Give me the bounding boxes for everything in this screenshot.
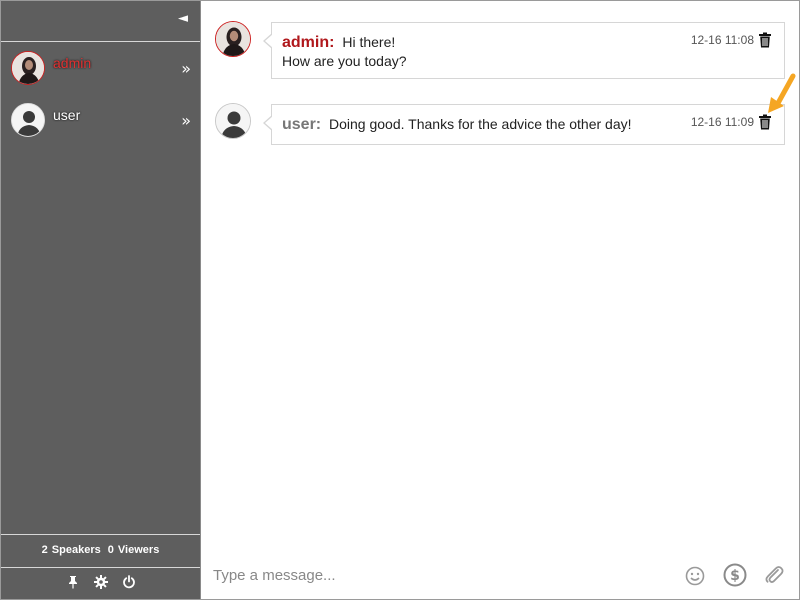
speakers-label: Speakers — [51, 544, 101, 556]
participants-sidebar: ◄ admin » user » 2 Speakers 0 Viewers — [1, 1, 201, 599]
message-bubble: admin: Hi there! How are you today? 12-1… — [263, 22, 785, 79]
participant-admin[interactable]: admin » — [1, 43, 200, 93]
trash-icon[interactable] — [758, 32, 772, 48]
viewers-label: Viewers — [117, 544, 160, 556]
participant-name: admin — [53, 55, 92, 71]
chevron-right-icon[interactable]: » — [181, 59, 191, 78]
collapse-sidebar-button[interactable]: ◄ — [178, 11, 188, 26]
participant-counts: 2 Speakers 0 Viewers — [1, 544, 200, 556]
chevron-right-icon[interactable]: » — [181, 111, 191, 130]
user-avatar[interactable] — [215, 103, 251, 139]
participant-name: user — [53, 107, 81, 123]
pointer-arrow-icon — [768, 73, 796, 113]
participant-user[interactable]: user » — [1, 95, 200, 145]
admin-avatar[interactable] — [215, 21, 251, 57]
gear-icon[interactable] — [93, 575, 108, 589]
message-bubble: user: Doing good. Thanks for the advice … — [263, 104, 785, 145]
message-timestamp: 12-16 11:08 — [690, 33, 754, 47]
message-author: admin: — [282, 34, 335, 51]
divider — [1, 567, 200, 568]
viewers-count: 0 — [107, 544, 114, 556]
message-timestamp: 12-16 11:09 — [690, 115, 754, 129]
message-composer: $ — [201, 557, 799, 597]
message-author: user: — [282, 116, 322, 133]
power-icon[interactable] — [122, 575, 136, 589]
dollar-icon[interactable]: $ — [723, 563, 747, 587]
message-text: How are you today? — [282, 53, 407, 69]
emoji-icon[interactable] — [685, 566, 705, 586]
pin-icon[interactable] — [66, 575, 80, 589]
sidebar-toolbar — [1, 575, 200, 593]
speakers-count: 2 — [41, 544, 48, 556]
divider — [1, 41, 200, 42]
user-avatar — [11, 103, 45, 137]
chat-window: ◄ admin » user » 2 Speakers 0 Viewers ad… — [0, 0, 800, 600]
paperclip-icon[interactable] — [763, 564, 785, 586]
message-input[interactable] — [213, 563, 653, 587]
divider — [1, 534, 200, 535]
svg-text:$: $ — [730, 568, 740, 584]
message-text: Doing good. Thanks for the advice the ot… — [329, 116, 632, 132]
admin-avatar — [11, 51, 45, 85]
message-text: Hi there! — [342, 34, 396, 50]
